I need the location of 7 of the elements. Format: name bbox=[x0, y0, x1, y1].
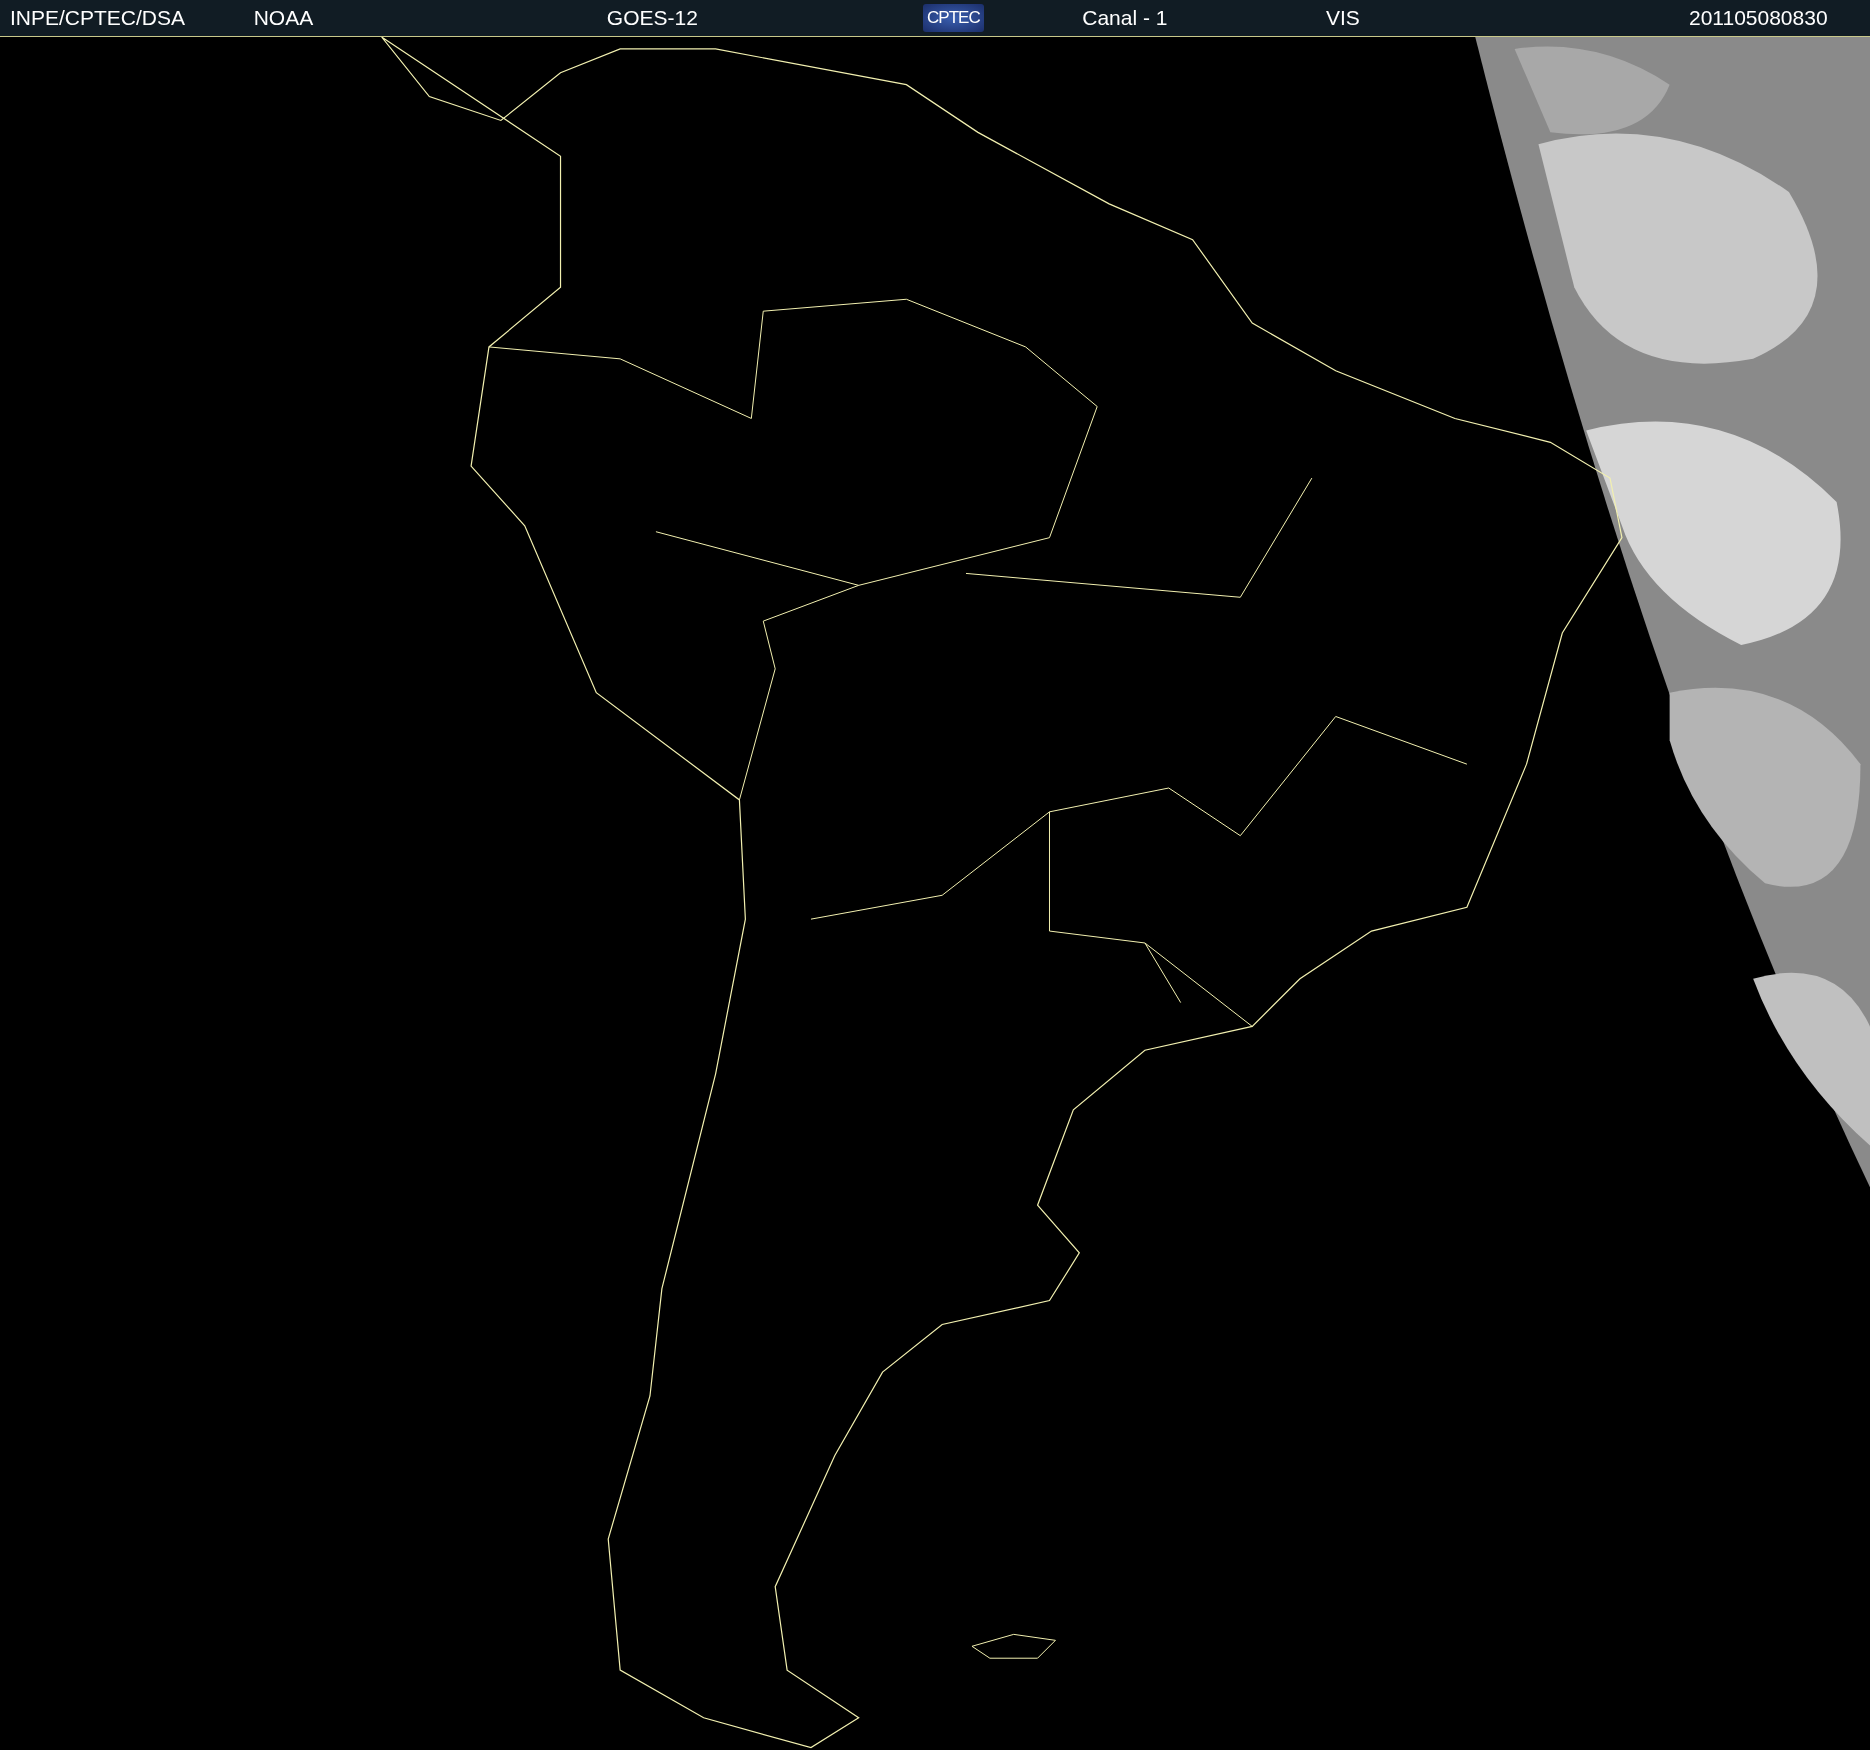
header-label: INPE/CPTEC/DSA bbox=[10, 6, 186, 30]
header-label: Canal - 1 bbox=[1082, 6, 1168, 30]
logo: CPTEC bbox=[923, 4, 984, 32]
header-label: GOES-12 bbox=[606, 6, 698, 30]
header-label: NOAA bbox=[253, 6, 314, 30]
header-label: 201105080830 bbox=[1688, 6, 1828, 30]
header-label: VIS bbox=[1325, 6, 1360, 30]
